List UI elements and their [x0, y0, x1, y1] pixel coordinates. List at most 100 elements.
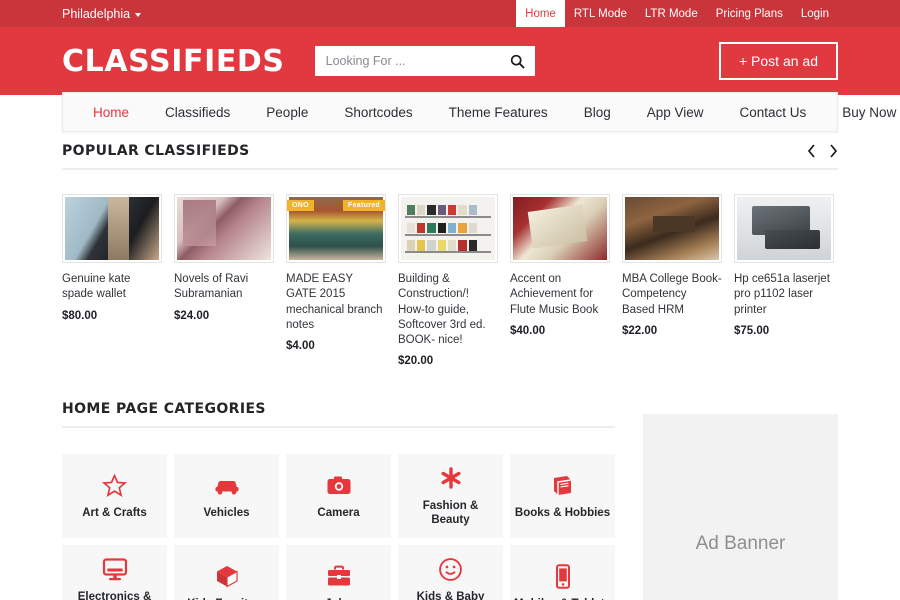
category-label: Electronics & Computers — [77, 591, 152, 600]
list-item[interactable]: Genuine kate spade wallet $80.00 — [62, 194, 162, 367]
top-nav-item-ltr-mode[interactable]: LTR Mode — [636, 0, 707, 27]
carousel-prev-button[interactable] — [807, 144, 816, 158]
smiley-icon — [438, 556, 463, 582]
category-label: Camera — [317, 507, 360, 520]
main-nav: Home Classifieds People Shortcodes Theme… — [62, 92, 896, 132]
list-item[interactable]: MBA College Book- Competency Based HRM $… — [622, 194, 722, 367]
popular-classifieds-header: POPULAR CLASSIFIEDS — [62, 143, 838, 170]
location-selector[interactable]: Philadelphia — [0, 0, 142, 27]
product-title[interactable]: MBA College Book- Competency Based HRM — [622, 272, 722, 318]
status-badge-featured: Featured — [343, 200, 385, 211]
category-tile-vehicles[interactable]: Vehicles — [174, 454, 279, 539]
post-an-ad-button[interactable]: + Post an ad — [718, 42, 838, 80]
product-price: $75.00 — [734, 324, 770, 337]
nav-item-classifieds[interactable]: Classifieds — [147, 105, 248, 120]
cube-icon — [215, 563, 239, 589]
product-thumbnail[interactable] — [622, 194, 722, 263]
product-image — [401, 197, 495, 260]
product-thumbnail[interactable] — [734, 194, 834, 263]
chevron-down-icon — [135, 12, 142, 17]
categories-title: HOME PAGE CATEGORIES — [62, 401, 266, 418]
category-tile-jobs[interactable]: Jobs — [286, 545, 391, 600]
search-box — [314, 46, 535, 76]
mobile-icon — [555, 563, 571, 589]
list-item[interactable]: Novels of Ravi Subramanian $24.00 — [174, 194, 274, 367]
product-thumbnail[interactable] — [398, 194, 498, 263]
category-label: Fashion & Beauty — [422, 500, 479, 527]
list-item[interactable]: ONO Featured MADE EASY GATE 2015 mechani… — [286, 194, 386, 367]
nav-item-people[interactable]: People — [248, 105, 326, 120]
categories-header: HOME PAGE CATEGORIES — [62, 401, 615, 429]
product-title[interactable]: Novels of Ravi Subramanian — [174, 272, 274, 303]
category-tile-art-crafts[interactable]: Art & Crafts — [62, 454, 167, 539]
top-nav-item-rtl-mode[interactable]: RTL Mode — [565, 0, 636, 27]
category-tile-books-hobbies[interactable]: Books & Hobbies — [510, 454, 615, 539]
category-tile-kids-baby-products[interactable]: Kids & Baby Products — [398, 545, 503, 600]
ad-banner-label: Ad Banner — [695, 533, 786, 555]
category-tile-fashion-beauty[interactable]: Fashion & Beauty — [398, 454, 503, 539]
category-label: Vehicles — [203, 507, 250, 520]
product-title[interactable]: MADE EASY GATE 2015 mechanical branch no… — [286, 272, 386, 333]
product-price: $22.00 — [622, 324, 658, 337]
product-thumbnail[interactable] — [174, 194, 274, 263]
ad-banner[interactable]: Ad Banner — [643, 414, 838, 600]
location-label: Philadelphia — [62, 6, 131, 21]
category-tile-camera[interactable]: Camera — [286, 454, 391, 539]
page-content: POPULAR CLASSIFIEDS Genuine kate spade w… — [0, 95, 900, 600]
category-label: Books & Hobbies — [514, 507, 611, 520]
car-icon — [213, 472, 241, 498]
category-tile-electronics-computers[interactable]: Electronics & Computers — [62, 545, 167, 600]
nav-item-blog[interactable]: Blog — [566, 105, 629, 120]
search-icon — [510, 54, 525, 69]
carousel-controls — [807, 144, 838, 159]
status-badge-ono: ONO — [287, 200, 314, 211]
site-header: CLASSIFIEDS + Post an ad — [0, 27, 900, 95]
category-tile-mobiles-tablets[interactable]: Mobiles & Tablets — [510, 545, 615, 600]
product-thumbnail[interactable] — [62, 194, 162, 263]
nav-item-shortcodes[interactable]: Shortcodes — [326, 105, 430, 120]
search-button[interactable] — [507, 46, 529, 76]
categories-zone: HOME PAGE CATEGORIES Art & Crafts Vehicl… — [62, 401, 838, 600]
product-image — [737, 197, 831, 260]
list-item[interactable]: Hp ce651a laserjet pro p1102 laser print… — [734, 194, 834, 367]
list-item[interactable]: Building & Construction/! How-to guide, … — [398, 194, 498, 367]
category-tile-kids-furniture[interactable]: Kids Furniture — [174, 545, 279, 600]
product-price: $20.00 — [398, 355, 434, 368]
product-title[interactable]: Building & Construction/! How-to guide, … — [398, 272, 498, 348]
category-label: Kids & Baby Products — [416, 591, 485, 600]
product-title[interactable]: Genuine kate spade wallet — [62, 272, 162, 303]
nav-item-app-view[interactable]: App View — [629, 105, 722, 120]
top-nav-item-home[interactable]: Home — [516, 0, 565, 27]
top-nav: Home RTL Mode LTR Mode Pricing Plans Log… — [516, 0, 900, 27]
top-utility-bar: Philadelphia Home RTL Mode LTR Mode Pric… — [0, 0, 900, 27]
nav-item-contact-us[interactable]: Contact Us — [722, 105, 825, 120]
list-item[interactable]: Accent on Achievement for Flute Music Bo… — [510, 194, 610, 367]
nav-item-buy-now[interactable]: Buy Now — [824, 105, 900, 120]
product-title[interactable]: Accent on Achievement for Flute Music Bo… — [510, 272, 610, 318]
product-price: $80.00 — [62, 309, 98, 322]
product-thumbnail[interactable]: ONO Featured — [286, 194, 386, 263]
book-icon — [550, 472, 575, 498]
site-logo[interactable]: CLASSIFIEDS — [62, 44, 285, 79]
product-image — [513, 197, 607, 260]
product-price: $24.00 — [174, 309, 210, 322]
product-title[interactable]: Hp ce651a laserjet pro p1102 laser print… — [734, 272, 834, 318]
star-icon — [102, 472, 127, 498]
chevron-right-icon — [830, 144, 838, 158]
chevron-left-icon — [807, 144, 815, 158]
popular-classifieds-list: Genuine kate spade wallet $80.00 Novels … — [62, 194, 838, 367]
nav-item-theme-features[interactable]: Theme Features — [431, 105, 566, 120]
monitor-icon — [102, 556, 128, 582]
carousel-next-button[interactable] — [829, 144, 838, 158]
product-price: $4.00 — [286, 340, 315, 353]
product-image — [65, 197, 159, 260]
camera-icon — [326, 472, 352, 498]
product-thumbnail[interactable] — [510, 194, 610, 263]
briefcase-icon — [326, 563, 352, 589]
product-image — [177, 197, 271, 260]
top-nav-item-pricing-plans[interactable]: Pricing Plans — [707, 0, 792, 27]
top-nav-item-login[interactable]: Login — [792, 0, 838, 27]
product-image — [625, 197, 719, 260]
search-input[interactable] — [314, 46, 535, 76]
nav-item-home[interactable]: Home — [75, 105, 147, 120]
